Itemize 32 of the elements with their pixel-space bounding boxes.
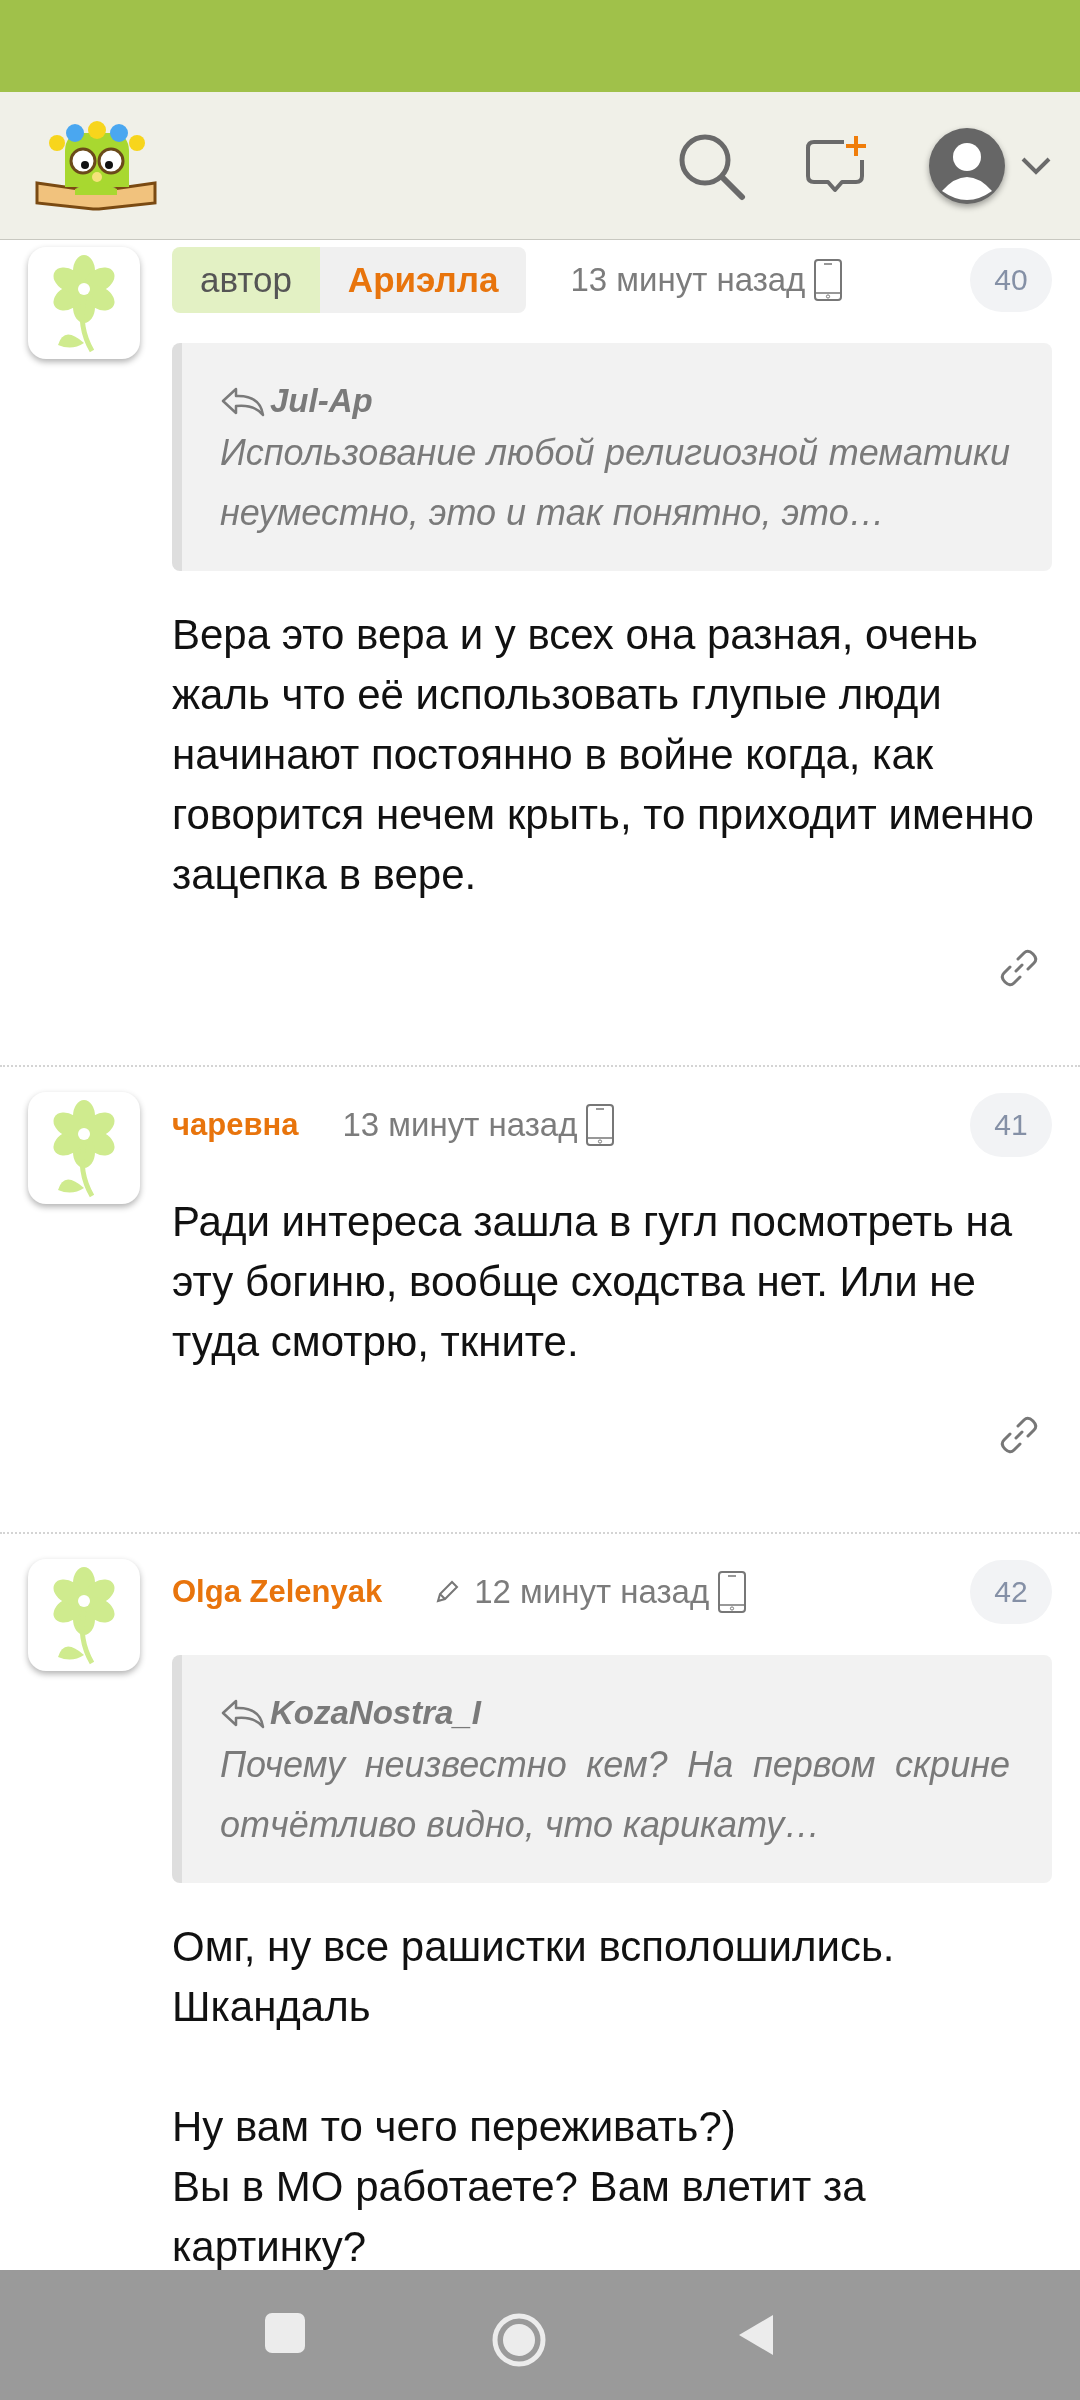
author-name-link[interactable]: Olga Zelenyak <box>172 1574 383 1610</box>
recent-apps-icon[interactable] <box>264 2312 306 2354</box>
comment-text: Вера это вера и у всех она разная, очень жаль что её использовать глупые люди начинают постоянно в войне когда, как говорится нечем крыть, то приходит именно зацепка в вере. <box>172 610 1035 900</box>
quote-text: Почему неизвестно кем? На первом скрине отчётливо видно, что карикату… <box>220 1743 1010 1847</box>
phone-icon <box>717 1570 748 1614</box>
link-icon[interactable] <box>998 947 1040 989</box>
link-icon[interactable] <box>998 1414 1040 1456</box>
chevron-down-icon[interactable] <box>1020 155 1052 176</box>
reply-arrow-icon <box>220 385 266 417</box>
comment-number[interactable]: 40 <box>970 248 1052 312</box>
quote-text: Использование любой религиозной тематики неуместно, это и так понятно, это… <box>220 431 1010 535</box>
comment-text: Омг, ну все рашистки всполошились. Шкандаль Ну вам то чего переживать?) Вы в МО работаете? Вам влетит за картинку? <box>172 1922 896 2270</box>
author-name-link[interactable]: чаревна <box>172 1107 299 1143</box>
quote-author: Jul-Ap <box>270 382 373 420</box>
comment-number[interactable]: 41 <box>970 1093 1052 1157</box>
comment-text: Ради интереса зашла в гугл посмотреть на эту богиню, вообще сходства нет. Или не туда смотрю, ткните. <box>172 1197 1014 1367</box>
comment-time: 12 минут назад <box>474 1573 710 1611</box>
comment-number[interactable]: 42 <box>970 1560 1052 1624</box>
back-icon[interactable] <box>737 2314 775 2356</box>
reply-arrow-icon <box>220 1697 266 1729</box>
author-label: автор <box>172 247 320 313</box>
logo-drawing[interactable] <box>35 120 157 211</box>
phone-icon <box>585 1103 616 1147</box>
author-badge[interactable]: автор Ариэлла <box>172 247 527 313</box>
comment-time: 13 минут назад <box>570 261 806 299</box>
quote-block[interactable]: KozaNostra_I Почему неизвестно кем? На первом скрине отчётливо видно, что карикату… <box>172 1655 1052 1883</box>
quote-author: KozaNostra_I <box>270 1694 481 1732</box>
comment-time: 13 минут назад <box>342 1106 578 1144</box>
phone-icon <box>813 258 844 302</box>
author-name-link[interactable]: Ариэлла <box>319 247 527 313</box>
home-icon[interactable] <box>491 2312 547 2368</box>
quote-block[interactable]: Jul-Ap Использование любой религиозной тематики неуместно, это и так понятно, это… <box>172 343 1052 571</box>
